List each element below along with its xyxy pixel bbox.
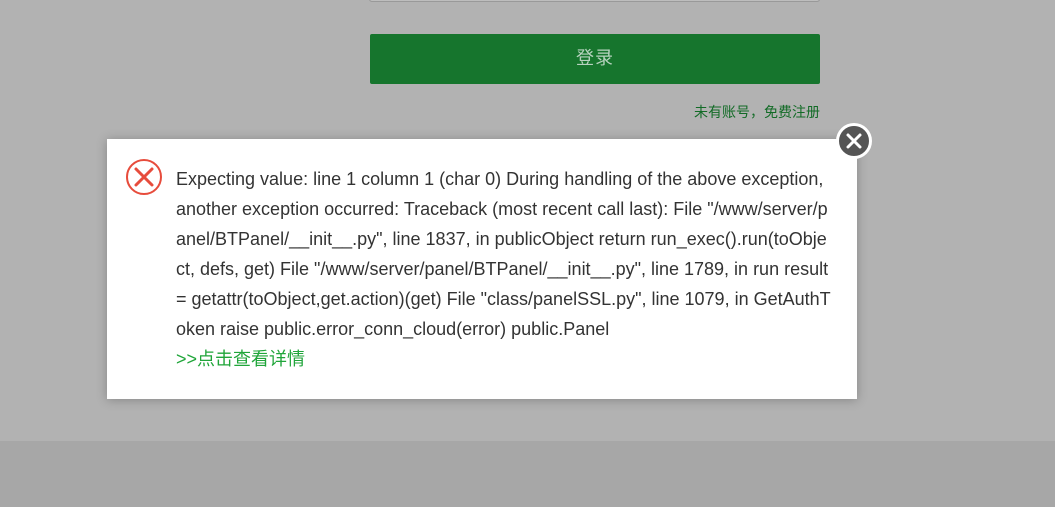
close-icon[interactable] [836,123,872,159]
password-input-edge[interactable] [369,0,820,2]
error-message: Expecting value: line 1 column 1 (char 0… [176,169,831,339]
page-footer-area [0,441,1055,507]
login-button[interactable]: 登录 [370,34,820,84]
view-details-link[interactable]: >>点击查看详情 [176,344,305,374]
register-link[interactable]: 未有账号，免费注册 [660,103,820,123]
error-x-icon [126,159,162,195]
login-page: 登录 未有账号，免费注册 Expecting value: line 1 col… [0,0,1055,507]
